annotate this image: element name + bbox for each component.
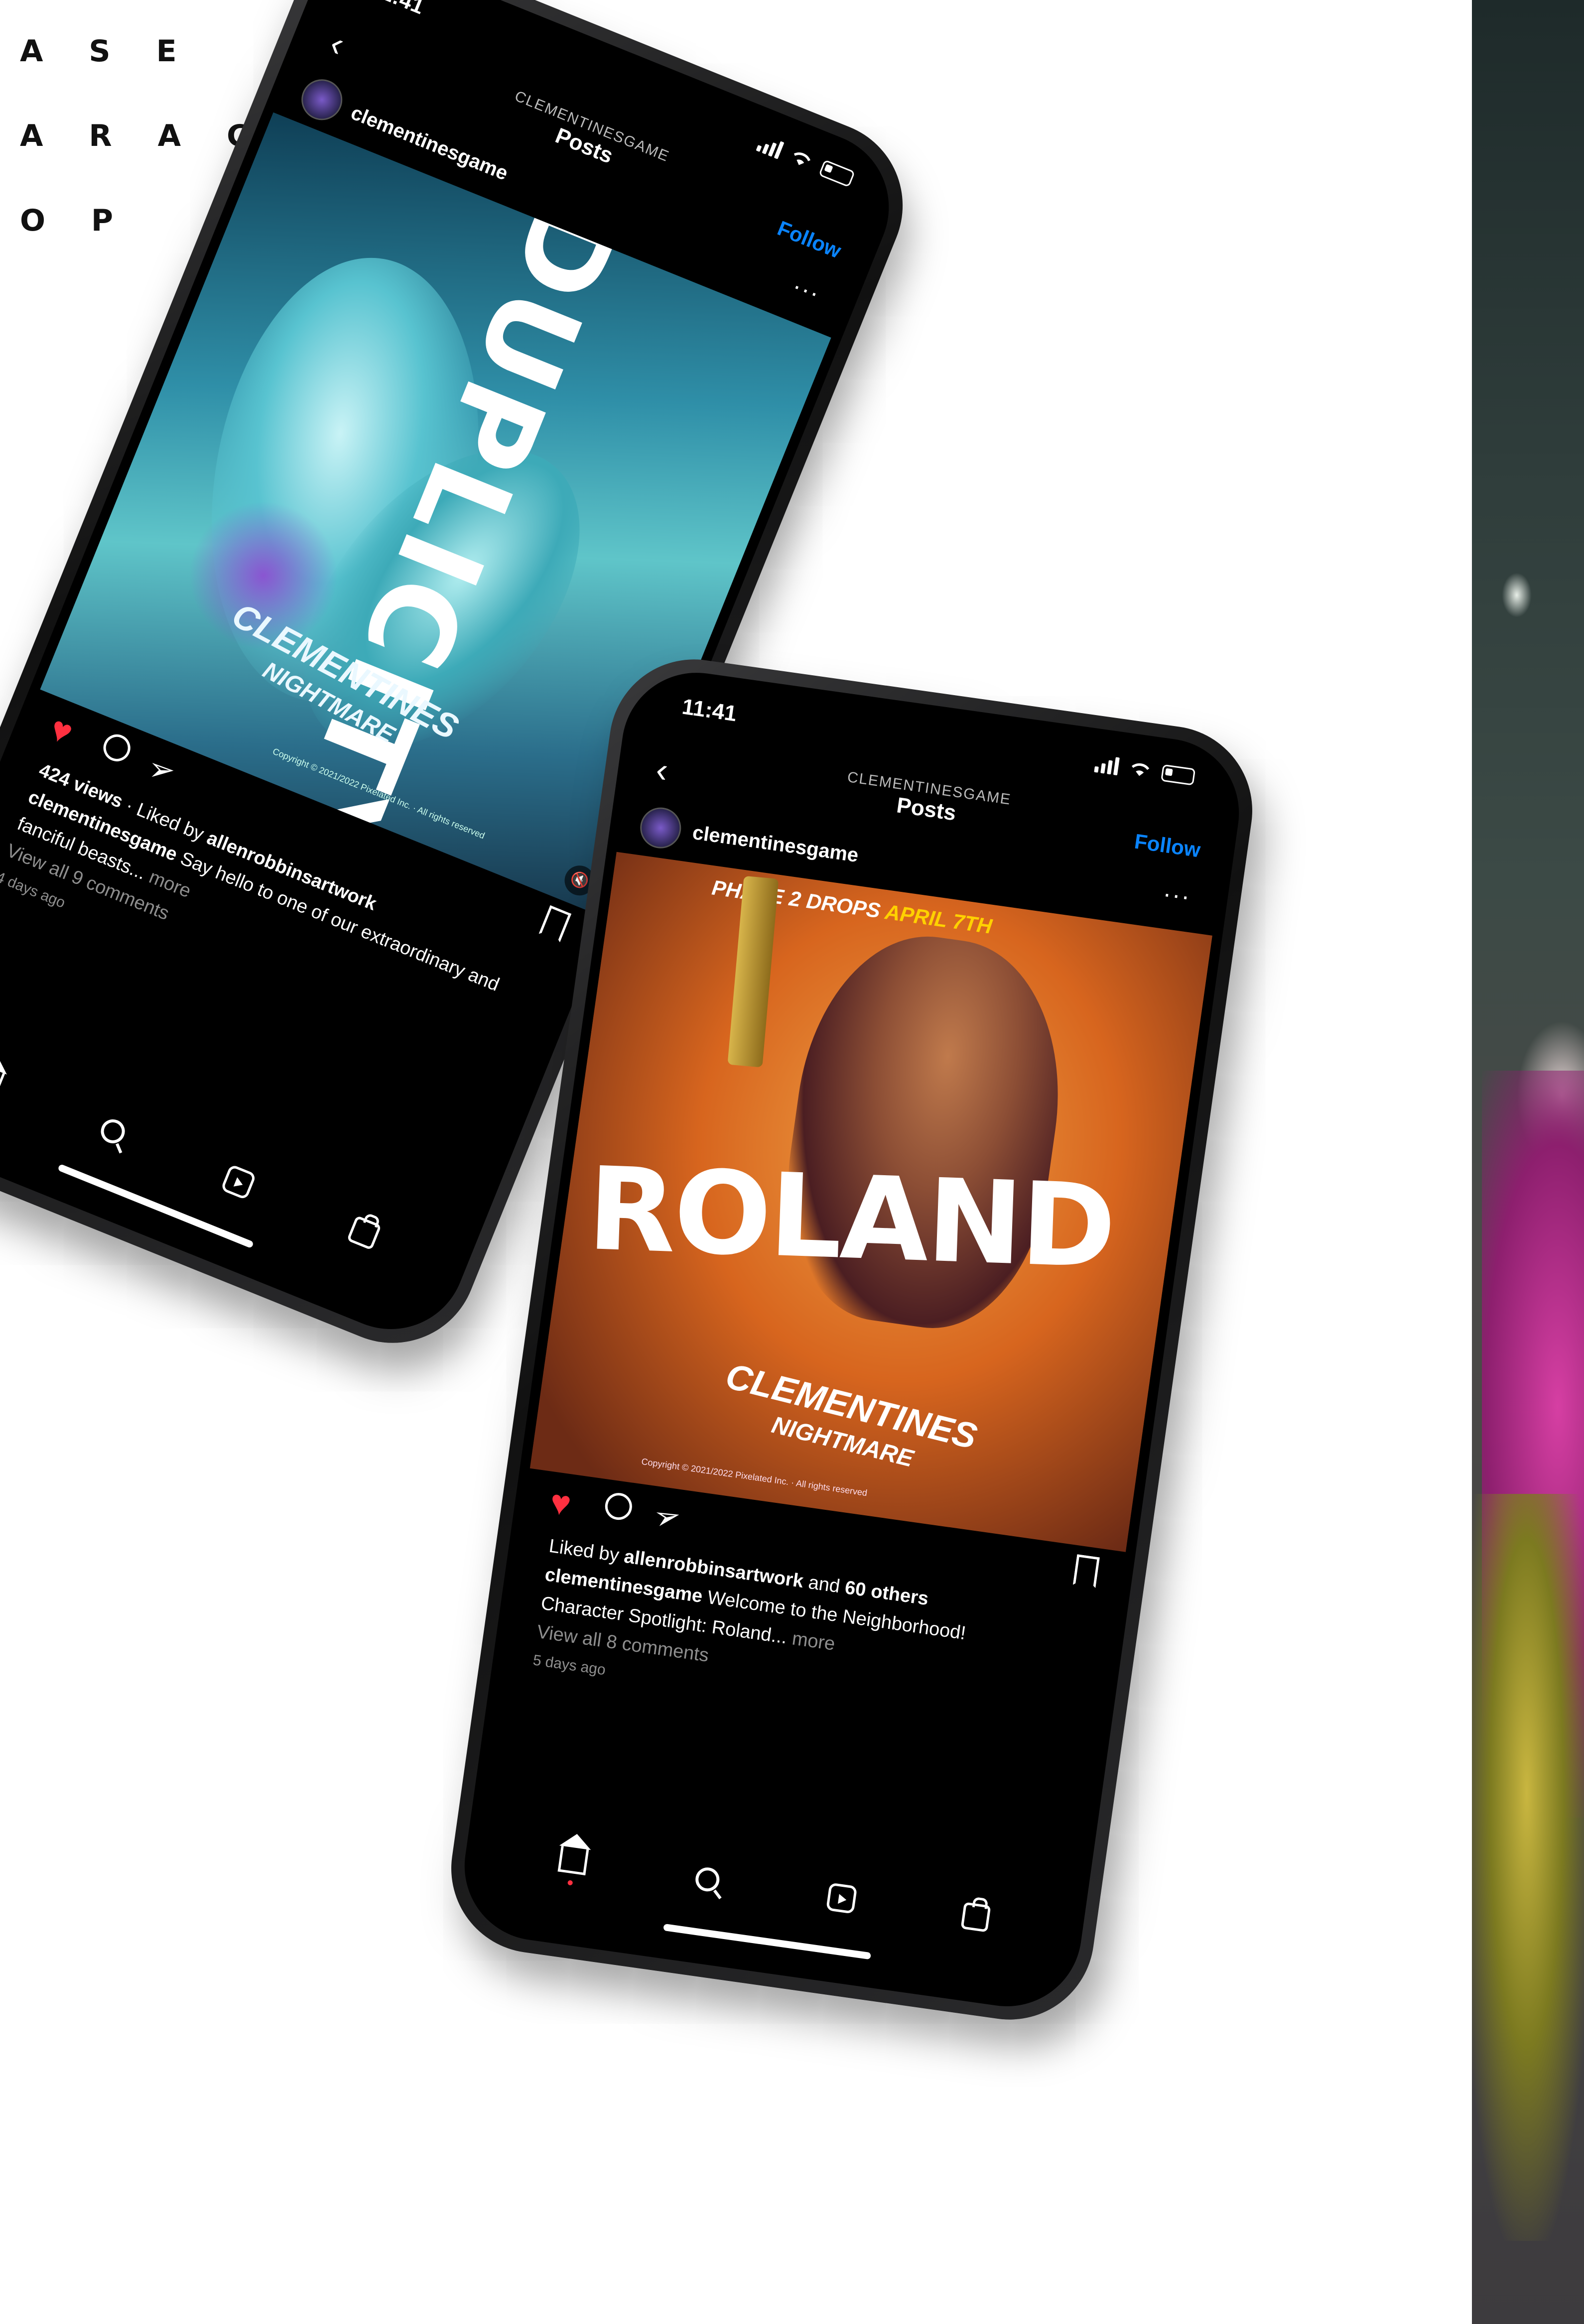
cellular-signal-icon — [1094, 754, 1120, 776]
avatar[interactable] — [295, 73, 349, 126]
send-icon[interactable]: ➢ — [651, 1495, 684, 1538]
post-copyright: Copyright © 2021/2022 Pixelated Inc. · A… — [641, 1456, 868, 1498]
comment-icon[interactable] — [99, 730, 134, 766]
send-icon[interactable]: ➢ — [148, 750, 176, 789]
wifi-icon — [793, 152, 810, 165]
post-image[interactable]: PHASE 2 DROPS APRIL 7TH ROLAND CLEMENTIN… — [529, 852, 1212, 1552]
post-username[interactable]: clementinesgame — [691, 821, 860, 866]
tab-shop[interactable] — [953, 1895, 998, 1940]
tab-home[interactable] — [0, 1055, 13, 1106]
status-time: 11:41 — [368, 0, 427, 19]
active-tab-dot — [567, 1880, 573, 1886]
reels-icon — [826, 1882, 858, 1914]
home-icon — [557, 1845, 589, 1876]
bottom-tab-bar — [502, 1822, 1047, 1956]
caption-more-link[interactable]: more — [786, 1627, 836, 1655]
tab-reels[interactable] — [819, 1876, 864, 1921]
background-artwork — [1472, 0, 1584, 2324]
tab-reels[interactable] — [213, 1156, 264, 1208]
game-logo: CLEMENTINES NIGHTMARE — [713, 1356, 981, 1491]
bookmark-icon[interactable] — [538, 905, 571, 943]
more-options-icon[interactable]: ··· — [788, 271, 825, 308]
banner-date: APRIL 7TH — [883, 900, 994, 938]
comment-icon[interactable] — [603, 1491, 634, 1522]
tab-search[interactable] — [87, 1105, 139, 1157]
artwork-pistol — [727, 875, 779, 1068]
liked-by-and: and — [801, 1571, 847, 1598]
tab-search[interactable] — [685, 1857, 730, 1902]
home-icon — [0, 1063, 5, 1098]
more-options-icon[interactable]: ··· — [1161, 879, 1192, 911]
bookmark-icon[interactable] — [1073, 1554, 1100, 1588]
search-icon — [694, 1866, 721, 1893]
artwork-creature-green — [1472, 1494, 1584, 2241]
artwork-highlight — [1502, 573, 1532, 617]
post-title-text: ROLAND — [585, 1143, 1116, 1294]
battery-icon — [818, 159, 855, 188]
wifi-icon — [1131, 763, 1150, 776]
banner-text: PHASE 2 DROPS — [710, 875, 887, 923]
heart-icon[interactable]: ♥ — [44, 708, 79, 753]
tab-shop[interactable] — [338, 1207, 390, 1259]
shop-icon — [960, 1902, 991, 1933]
tab-home[interactable] — [551, 1838, 596, 1886]
cellular-signal-icon — [756, 134, 785, 159]
status-icons — [1094, 754, 1196, 786]
heart-icon[interactable]: ♥ — [547, 1481, 573, 1524]
status-time: 11:41 — [680, 694, 739, 727]
shop-icon — [346, 1215, 382, 1250]
battery-icon — [1161, 764, 1196, 786]
search-icon — [97, 1115, 129, 1147]
bottom-tab-bar — [0, 1027, 438, 1286]
avatar[interactable] — [637, 805, 684, 851]
reels-icon — [220, 1164, 257, 1201]
